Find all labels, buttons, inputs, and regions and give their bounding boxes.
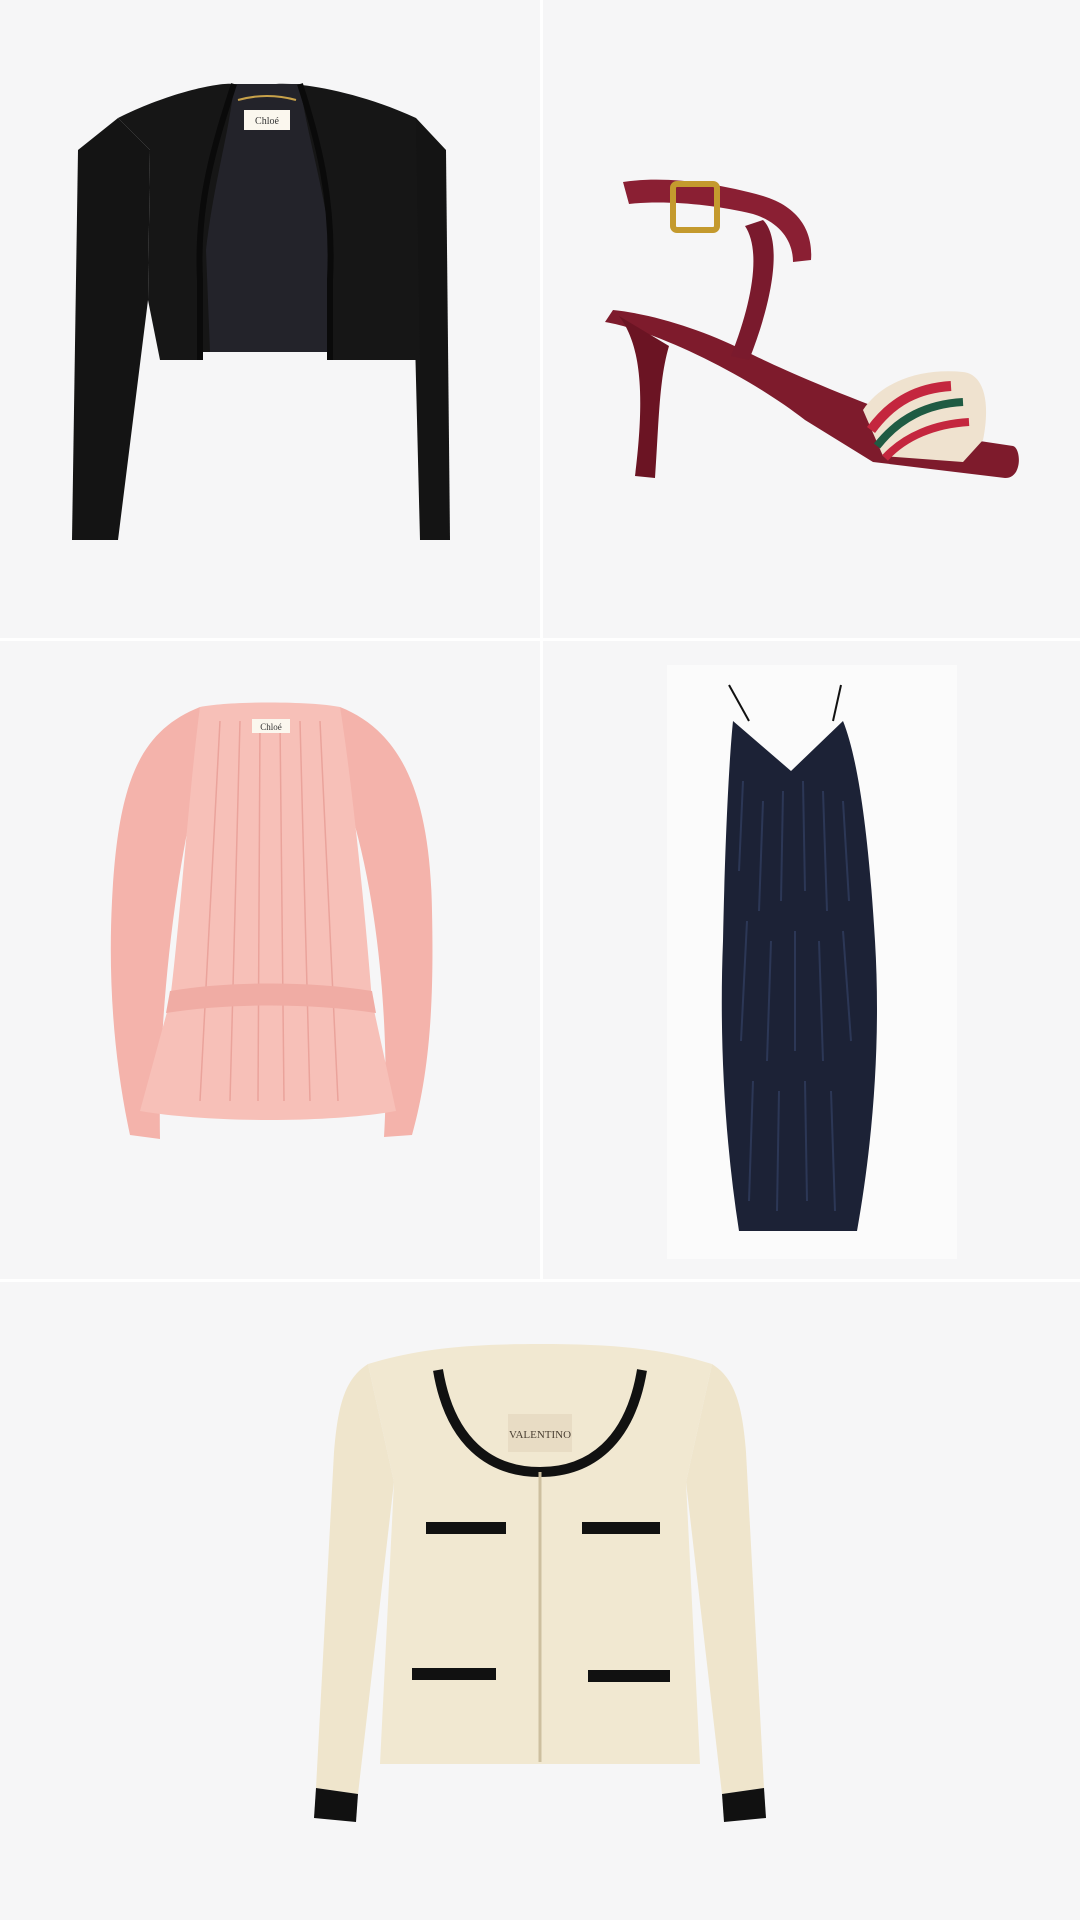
- product-tile-tweed-jacket[interactable]: VALENTINO: [0, 1282, 1080, 1920]
- tweed-jacket-image: VALENTINO: [314, 1344, 766, 1822]
- product-grid: Chloé Chloé VALENTINO: [0, 0, 1080, 1920]
- pink-dress-image: Chloé: [110, 702, 433, 1139]
- navy-dress-image: [667, 665, 957, 1259]
- product-tile-pink-dress[interactable]: Chloé: [0, 641, 540, 1279]
- sandal-image: [605, 179, 1019, 478]
- product-tile-sandal[interactable]: [543, 0, 1080, 638]
- dress-label-text: Chloé: [260, 722, 282, 732]
- valentino-label-text: VALENTINO: [509, 1429, 571, 1441]
- jacket-label-text: Chloé: [255, 116, 279, 127]
- black-jacket-image: Chloé: [72, 83, 450, 540]
- product-tile-black-jacket[interactable]: Chloé: [0, 0, 540, 638]
- product-tile-navy-dress[interactable]: [543, 641, 1080, 1279]
